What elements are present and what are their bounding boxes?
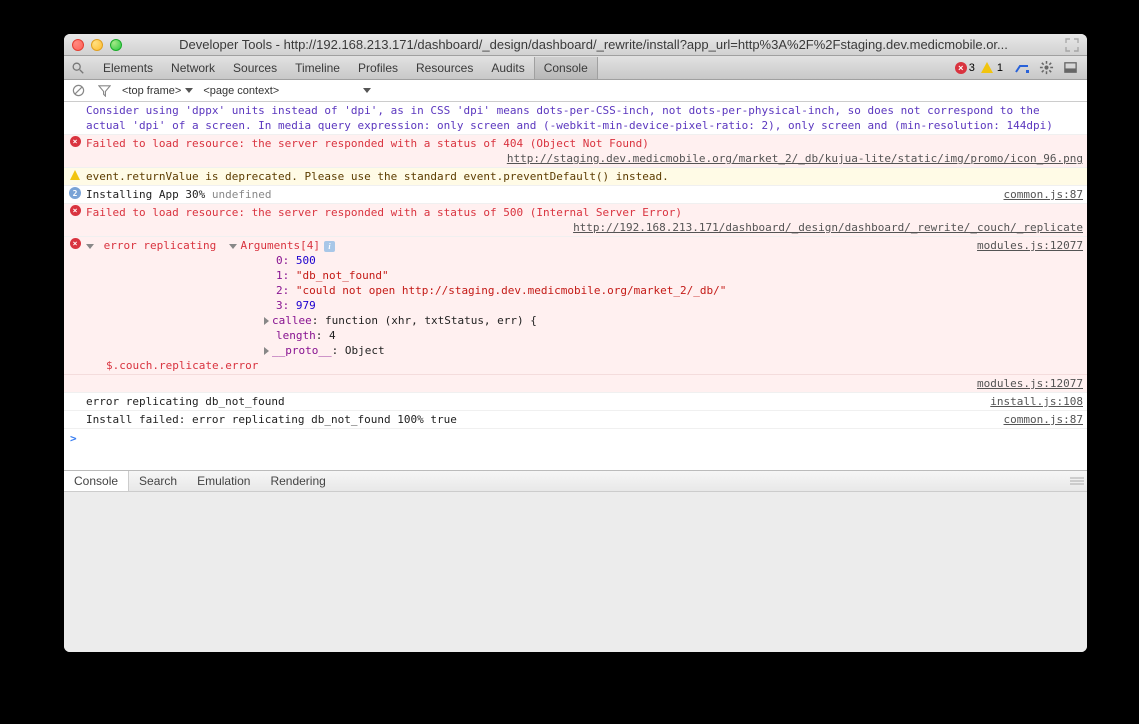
- arg-value: : function (xhr, txtStatus, err) {: [312, 314, 537, 327]
- arg-value: : Object: [332, 344, 385, 357]
- log-undefined: undefined: [205, 188, 271, 201]
- log-message: Failed to load resource: the server resp…: [86, 206, 682, 219]
- tab-network[interactable]: Network: [162, 57, 224, 79]
- info-icon[interactable]: i: [324, 241, 335, 252]
- arg-key: 3:: [276, 299, 296, 312]
- error-count: 3: [969, 62, 975, 74]
- clear-console-button[interactable]: [70, 83, 86, 99]
- context-selector-label: <page context>: [203, 85, 279, 97]
- log-message: Failed to load resource: the server resp…: [86, 137, 649, 150]
- drawer-tabs: Console Search Emulation Rendering: [64, 470, 1087, 492]
- tab-elements[interactable]: Elements: [94, 57, 162, 79]
- log-source-link[interactable]: http://192.168.213.171/dashboard/_design…: [86, 220, 1083, 235]
- arg-value: "could not open http://staging.dev.medic…: [296, 284, 726, 297]
- drawer-tab-search[interactable]: Search: [129, 471, 187, 491]
- log-error-500: × Failed to load resource: the server re…: [64, 204, 1087, 237]
- fullscreen-icon[interactable]: [1065, 38, 1079, 52]
- devtools-window: Developer Tools - http://192.168.213.171…: [64, 34, 1087, 652]
- context-selector[interactable]: <page context>: [203, 85, 371, 97]
- window-title: Developer Tools - http://192.168.213.171…: [130, 37, 1057, 52]
- drawer-drag-handle-icon[interactable]: [1067, 471, 1087, 491]
- chevron-down-icon: [363, 88, 371, 93]
- tab-console[interactable]: Console: [534, 57, 598, 79]
- repeat-count-badge: 2: [69, 187, 81, 199]
- log-warning: event.returnValue is deprecated. Please …: [64, 168, 1087, 186]
- log-source-link[interactable]: http://staging.dev.medicmobile.org/marke…: [86, 151, 1083, 166]
- error-icon: ×: [70, 205, 81, 216]
- console-log-area[interactable]: Consider using 'dppx' units instead of '…: [64, 102, 1087, 470]
- arg-key: 0:: [276, 254, 296, 267]
- status-badges[interactable]: ×3 1: [955, 62, 1003, 74]
- warning-icon: [981, 62, 993, 73]
- log-violation: Consider using 'dppx' units instead of '…: [64, 102, 1087, 135]
- log-message: error replicating db_not_found: [86, 394, 978, 409]
- log-source-link[interactable]: modules.js:12077: [965, 376, 1083, 391]
- arg-value: : 4: [316, 329, 336, 342]
- dock-button[interactable]: [1059, 57, 1081, 79]
- frame-selector[interactable]: <top frame>: [122, 85, 193, 97]
- arg-value: 979: [296, 299, 316, 312]
- frame-selector-label: <top frame>: [122, 85, 181, 97]
- warning-count: 1: [997, 62, 1003, 74]
- arg-value: "db_not_found": [296, 269, 389, 282]
- log-source-link[interactable]: install.js:108: [978, 394, 1083, 409]
- drawer-tab-rendering[interactable]: Rendering: [260, 471, 335, 491]
- tab-profiles[interactable]: Profiles: [349, 57, 407, 79]
- error-icon: ×: [70, 238, 81, 249]
- warning-icon: [70, 170, 80, 180]
- filter-button[interactable]: [96, 83, 112, 99]
- arg-key: callee: [272, 314, 312, 327]
- log-plain: Install failed: error replicating db_not…: [64, 411, 1087, 429]
- prompt-chevron-icon: >: [70, 431, 77, 446]
- log-message: error replicating: [104, 239, 217, 252]
- log-plain: error replicating db_not_found install.j…: [64, 393, 1087, 411]
- arguments-expanded: 0: 500 1: "db_not_found" 2: "could not o…: [86, 253, 965, 358]
- arg-key: 2:: [276, 284, 296, 297]
- arg-value: 500: [296, 254, 316, 267]
- search-icon[interactable]: [70, 60, 86, 76]
- log-source-link[interactable]: modules.js:12077: [965, 238, 1083, 253]
- log-info: 2 Installing App 30% undefined common.js…: [64, 186, 1087, 204]
- main-toolbar: Elements Network Sources Timeline Profil…: [64, 56, 1087, 80]
- tab-audits[interactable]: Audits: [482, 57, 533, 79]
- log-source-link[interactable]: common.js:87: [992, 187, 1083, 202]
- drawer-tab-console[interactable]: Console: [64, 471, 129, 491]
- toggle-drawer-button[interactable]: [1011, 57, 1033, 79]
- log-error-replicating: × error replicating Arguments[4] i 0: 500…: [64, 237, 1087, 374]
- zoom-window-button[interactable]: [110, 39, 122, 51]
- disclosure-triangle-icon[interactable]: [229, 244, 237, 249]
- console-subbar: <top frame> <page context>: [64, 80, 1087, 102]
- log-source-link[interactable]: common.js:87: [992, 412, 1083, 427]
- error-icon: ×: [70, 136, 81, 147]
- log-stack-src: modules.js:12077: [64, 374, 1087, 393]
- arguments-label[interactable]: Arguments[4]: [240, 239, 319, 252]
- log-message: Installing App 30%: [86, 188, 205, 201]
- disclosure-triangle-icon[interactable]: [264, 317, 269, 325]
- log-error-404: × Failed to load resource: the server re…: [64, 135, 1087, 168]
- titlebar: Developer Tools - http://192.168.213.171…: [64, 34, 1087, 56]
- close-window-button[interactable]: [72, 39, 84, 51]
- drawer-tab-emulation[interactable]: Emulation: [187, 471, 260, 491]
- log-message: Consider using 'dppx' units instead of '…: [86, 103, 1083, 133]
- arg-key: length: [276, 329, 316, 342]
- panel-tabs: Elements Network Sources Timeline Profil…: [94, 57, 598, 79]
- minimize-window-button[interactable]: [91, 39, 103, 51]
- console-prompt[interactable]: >: [64, 429, 1087, 448]
- tab-timeline[interactable]: Timeline: [286, 57, 349, 79]
- settings-button[interactable]: [1035, 57, 1057, 79]
- disclosure-triangle-icon[interactable]: [264, 347, 269, 355]
- stack-frame[interactable]: $.couch.replicate.error: [106, 359, 258, 372]
- drawer-body: [64, 492, 1087, 652]
- arg-key: __proto__: [272, 344, 332, 357]
- chevron-down-icon: [185, 88, 193, 93]
- disclosure-triangle-icon[interactable]: [86, 244, 94, 249]
- log-message: Install failed: error replicating db_not…: [86, 412, 992, 427]
- tab-resources[interactable]: Resources: [407, 57, 482, 79]
- log-message: event.returnValue is deprecated. Please …: [86, 169, 1083, 184]
- arg-key: 1:: [276, 269, 296, 282]
- error-icon: ×: [955, 62, 967, 74]
- traffic-lights: [72, 39, 122, 51]
- tab-sources[interactable]: Sources: [224, 57, 286, 79]
